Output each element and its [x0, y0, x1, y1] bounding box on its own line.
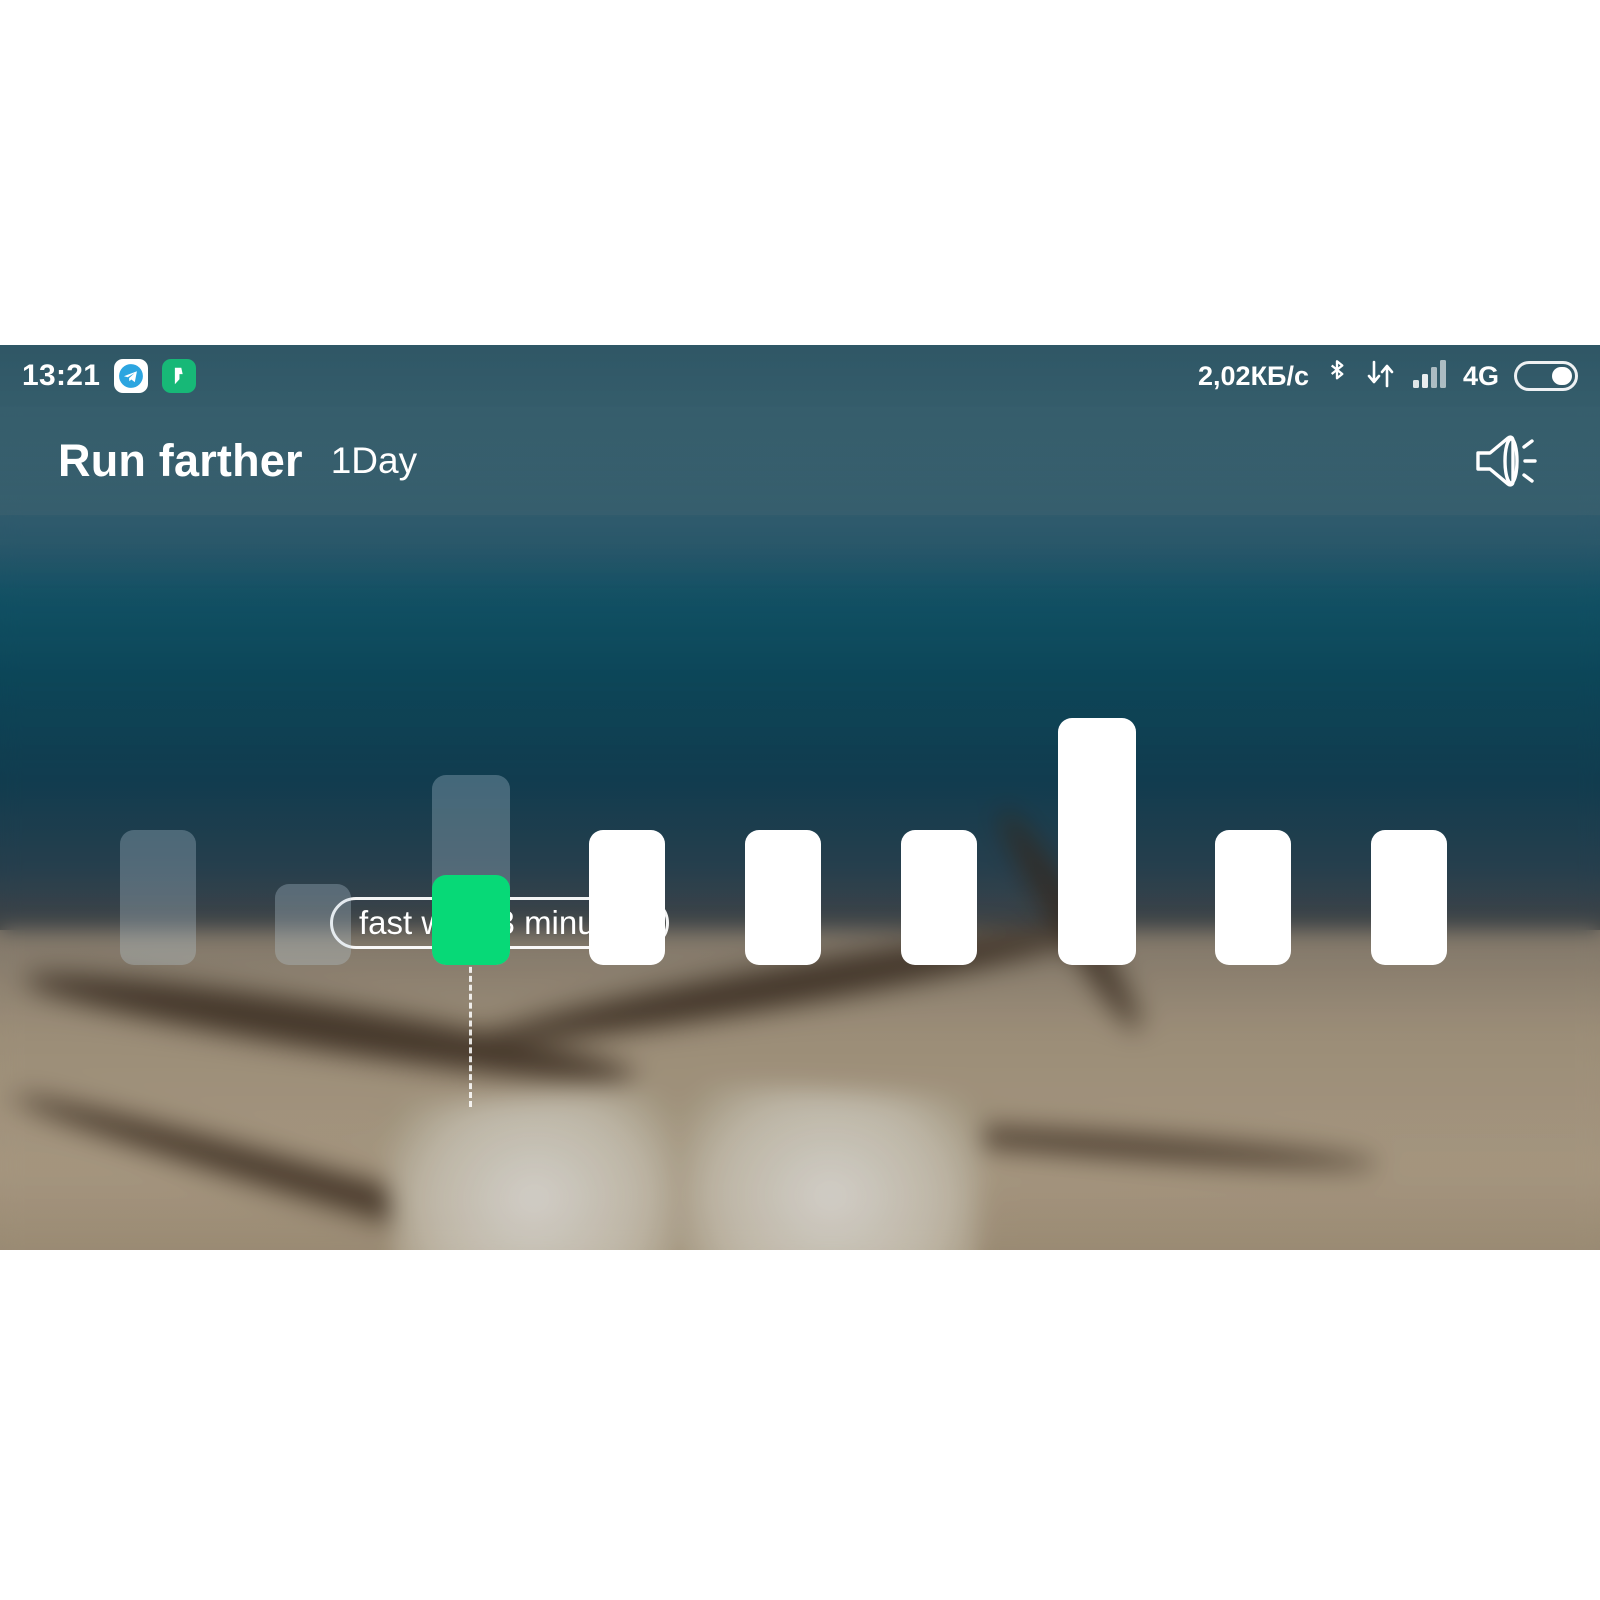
chart-bar: [745, 830, 821, 965]
phone-viewport: 13:21 2,02КБ/c 4G Run farther 1Day fast …: [0, 345, 1600, 1250]
chart-bar: [1058, 718, 1136, 965]
interval-bar-chart: [0, 345, 1600, 1250]
chart-bar: [275, 884, 351, 965]
chart-bar: [589, 830, 665, 965]
chart-bar: [1215, 830, 1291, 965]
screenshot-root: 13:21 2,02КБ/c 4G Run farther 1Day fast …: [0, 0, 1600, 1600]
chart-bar-fill: [432, 875, 510, 965]
chart-bar: [432, 775, 510, 965]
chart-bar: [1371, 830, 1447, 965]
chart-bar: [120, 830, 196, 965]
chart-bar: [901, 830, 977, 965]
